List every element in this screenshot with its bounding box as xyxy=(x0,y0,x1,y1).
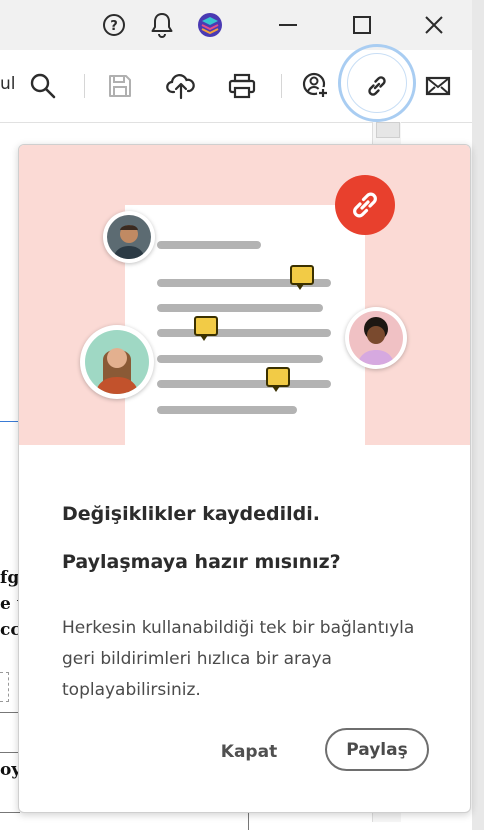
window-edge xyxy=(472,0,484,830)
doc-input-box xyxy=(0,672,9,702)
doc-rule xyxy=(0,712,18,713)
doc-vertical-rule xyxy=(248,810,249,830)
doc-line xyxy=(157,355,323,363)
avatar-man xyxy=(103,211,155,263)
doc-line xyxy=(157,241,261,249)
help-icon[interactable]: ? xyxy=(98,9,130,41)
comment-bubble-icon xyxy=(266,367,290,392)
doc-rule xyxy=(0,812,20,813)
doc-fragment: fg xyxy=(0,568,20,588)
comment-bubble-icon xyxy=(290,265,314,290)
share-button[interactable]: Paylaş xyxy=(325,728,429,771)
popup-subheading: Paylaşmaya hazır mısınız? xyxy=(62,551,341,573)
close-icon[interactable] xyxy=(418,9,450,41)
add-person-icon[interactable] xyxy=(298,68,334,104)
app-stack-icon[interactable] xyxy=(194,9,226,41)
link-badge-icon xyxy=(335,175,395,235)
popup-heading: Değişiklikler kaydedildi. xyxy=(62,503,320,525)
share-popup: Değişiklikler kaydedildi. Paylaşmaya haz… xyxy=(18,144,471,813)
avatar-person xyxy=(345,307,407,369)
svg-text:?: ? xyxy=(110,19,118,34)
doc-blue-rule xyxy=(0,421,18,422)
cloud-upload-icon[interactable] xyxy=(163,68,199,104)
toolbar-separator xyxy=(281,74,282,98)
bell-icon[interactable] xyxy=(146,9,178,41)
link-icon[interactable] xyxy=(359,68,395,104)
save-icon[interactable] xyxy=(102,68,138,104)
popup-body-text: Herkesin kullanabildiği tek bir bağlantı… xyxy=(62,618,415,700)
title-bar: ? xyxy=(0,0,472,50)
doc-rule xyxy=(0,752,18,753)
maximize-icon[interactable] xyxy=(346,9,378,41)
mail-icon[interactable] xyxy=(420,68,456,104)
toolbar: ul xyxy=(0,44,472,123)
comment-bubble-icon xyxy=(194,316,218,341)
scrollbar-thumb[interactable] xyxy=(376,122,400,138)
toolbar-separator xyxy=(84,74,85,98)
minimize-icon[interactable] xyxy=(272,9,304,41)
close-button[interactable]: Kapat xyxy=(209,735,289,769)
document-illustration xyxy=(125,205,365,445)
share-illustration xyxy=(19,145,470,445)
search-icon[interactable] xyxy=(25,68,61,104)
doc-line xyxy=(157,406,297,414)
toolbar-cut-label: ul xyxy=(0,74,16,94)
print-icon[interactable] xyxy=(224,68,260,104)
doc-line xyxy=(157,329,331,337)
doc-line xyxy=(157,304,323,312)
avatar-woman xyxy=(80,325,154,399)
doc-line xyxy=(157,380,331,388)
